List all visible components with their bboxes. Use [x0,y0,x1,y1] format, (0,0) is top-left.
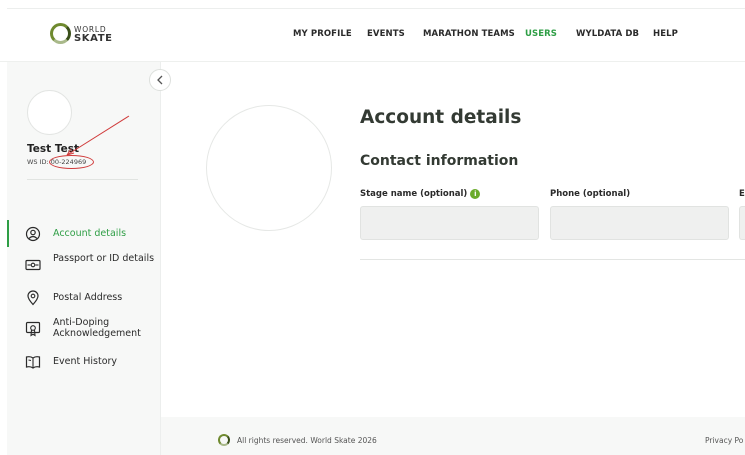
chevron-left-icon [157,75,163,85]
book-icon [25,356,41,369]
active-indicator [7,220,9,247]
logo-line2: SKATE [74,32,113,44]
email-label: E [739,189,745,199]
stage-name-label: Stage name (optional) i [360,189,481,199]
nav-users[interactable]: USERS [525,29,557,39]
id-card-icon [25,259,41,271]
page-title: Account details [360,107,522,128]
logo-ring-icon [50,23,71,44]
content-divider [360,259,745,260]
footer-copyright: All rights reserved. World Skate 2026 [237,436,377,445]
sidebar-item-label: Event History [53,356,118,367]
phone-label: Phone (optional) [550,189,630,199]
sidebar-item-label: Anti-Doping Acknowledgement [53,317,141,339]
annotation-arrow [66,115,130,156]
sidebar-collapse-button[interactable] [149,69,171,91]
logo-text: WORLD SKATE [74,25,113,44]
nav-marathon-teams[interactable]: MARATHON TEAMS [423,29,515,39]
footer-logo-icon [218,434,230,446]
nav-wyldata-db[interactable]: WYLDATA DB [576,29,639,39]
email-label-text: E [739,189,745,199]
stage-name-input[interactable] [360,206,539,240]
section-title: Contact information [360,153,519,169]
location-pin-icon [27,290,39,306]
sidebar-divider [27,179,138,180]
sidebar-item-label: Passport or ID details [53,253,155,264]
stage-name-label-text: Stage name (optional) [360,189,468,199]
top-divider [7,8,745,9]
email-input[interactable] [739,206,745,240]
profile-photo-placeholder[interactable] [206,105,332,231]
phone-label-text: Phone (optional) [550,189,631,199]
phone-input[interactable] [550,206,729,240]
top-navigation-bar: WORLD SKATE MY PROFILE EVENTS MARATHON T… [0,0,745,62]
nav-my-profile[interactable]: MY PROFILE [293,29,352,39]
sidebar-item-label: Postal Address [53,292,123,303]
privacy-policy-link[interactable]: Privacy Po [705,436,743,445]
info-icon[interactable]: i [470,189,481,199]
nav-help[interactable]: HELP [653,29,678,39]
sidebar-item-label: Account details [53,228,127,239]
nav-events[interactable]: EVENTS [367,29,405,39]
world-skate-logo[interactable]: WORLD SKATE [50,23,113,44]
certificate-icon [25,321,41,337]
user-circle-icon [25,226,41,242]
